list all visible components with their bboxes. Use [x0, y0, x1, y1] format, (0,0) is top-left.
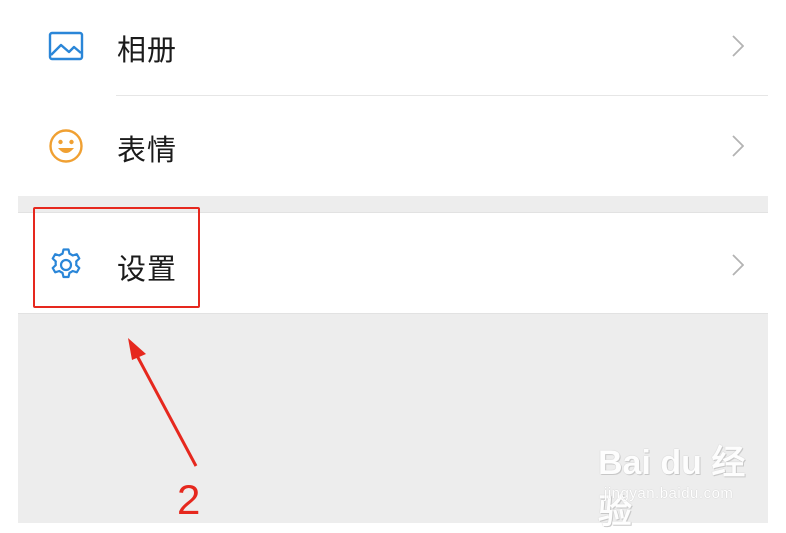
menu-item-label: 相册	[117, 33, 178, 67]
annotation-step-number: 2	[177, 476, 201, 523]
menu-item-label: 表情	[117, 133, 178, 167]
menu-item-album[interactable]: 相册	[18, 0, 768, 96]
baidu-jingyan-watermark: Bai du 经验 jingyan.baidu.com	[598, 433, 758, 531]
annotation-highlight-box	[33, 207, 200, 308]
watermark-url: jingyan.baidu.com	[604, 485, 734, 502]
menu-item-sticker[interactable]: 表情	[18, 96, 768, 196]
chevron-right-icon	[732, 135, 744, 157]
smiley-face-icon	[49, 129, 83, 163]
photo-album-icon	[48, 31, 84, 61]
chevron-right-icon	[732, 254, 744, 276]
annotation-arrow-icon	[128, 338, 198, 467]
chevron-right-icon	[732, 35, 744, 57]
menu-group-top: 相册 表情	[18, 0, 768, 196]
watermark-brand: Bai du 经验	[598, 444, 746, 531]
